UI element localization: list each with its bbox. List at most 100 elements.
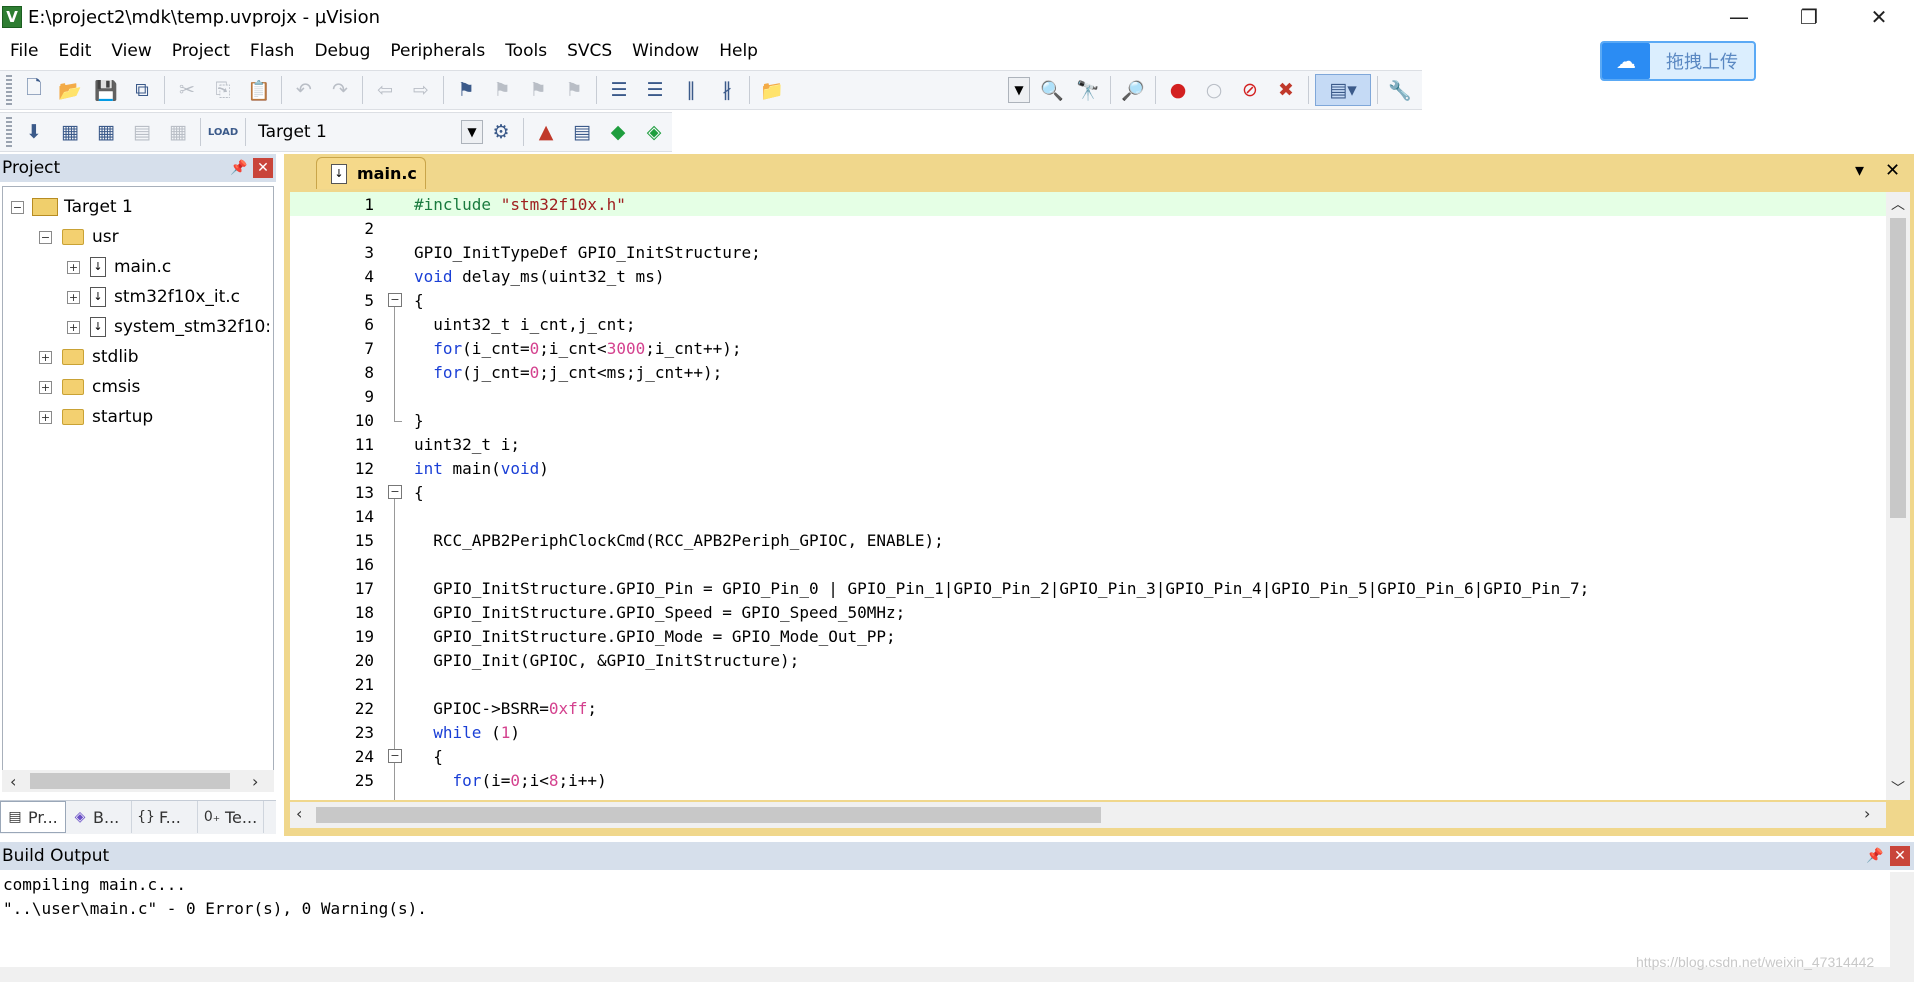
expand-icon[interactable]: + xyxy=(67,290,80,304)
code-line[interactable]: 25 for(i=0;i<8;i++) xyxy=(290,768,1890,792)
rebuild-icon[interactable]: ▦ xyxy=(90,116,122,148)
nav-back-icon[interactable]: ⇦ xyxy=(369,74,401,106)
expand-icon[interactable]: + xyxy=(39,380,52,394)
scroll-up-icon[interactable]: ︿ xyxy=(1891,194,1905,214)
toolbar-grip[interactable] xyxy=(6,117,12,147)
editor-close-icon[interactable]: ✕ xyxy=(1885,160,1900,181)
undo-icon[interactable]: ↶ xyxy=(288,74,320,106)
code-line[interactable]: 22 GPIOC->BSRR=0xff; xyxy=(290,696,1890,720)
toolbar-grip[interactable] xyxy=(6,75,12,105)
code-line[interactable]: 12 int main(void) xyxy=(290,456,1890,480)
code-line[interactable]: 4 void delay_ms(uint32_t ms) xyxy=(290,264,1890,288)
bookmark-toggle-icon[interactable]: ⚑ xyxy=(450,74,482,106)
fold-collapse-icon[interactable]: − xyxy=(388,485,402,499)
expand-icon[interactable]: + xyxy=(67,320,80,334)
find-icon[interactable]: 🔍 xyxy=(1036,74,1068,106)
build-output-text[interactable]: compiling main.c... "..\user\main.c" - 0… xyxy=(0,872,1890,967)
code-line[interactable]: 17 GPIO_InitStructure.GPIO_Pin = GPIO_Pi… xyxy=(290,576,1890,600)
code-line[interactable]: 6 uint32_t i_cnt,j_cnt; xyxy=(290,312,1890,336)
code-line[interactable]: 14 xyxy=(290,504,1890,528)
code-line[interactable]: 19 GPIO_InitStructure.GPIO_Mode = GPIO_M… xyxy=(290,624,1890,648)
indent-icon[interactable]: ☰ xyxy=(603,74,635,106)
save-all-icon[interactable]: ⧉ xyxy=(126,74,158,106)
code-line[interactable]: 15 RCC_APB2PeriphClockCmd(RCC_APB2Periph… xyxy=(290,528,1890,552)
menu-project[interactable]: Project xyxy=(162,37,240,65)
menu-help[interactable]: Help xyxy=(709,37,768,65)
open-folder-icon[interactable]: 📂 xyxy=(54,74,86,106)
tree-group-stdlib[interactable]: + stdlib xyxy=(39,343,139,371)
menu-flash[interactable]: Flash xyxy=(240,37,305,65)
code-line[interactable]: 8 for(j_cnt=0;j_cnt<ms;j_cnt++); xyxy=(290,360,1890,384)
tree-group-cmsis[interactable]: + cmsis xyxy=(39,373,140,401)
code-line[interactable]: 3 GPIO_InitTypeDef GPIO_InitStructure; xyxy=(290,240,1890,264)
comment-icon[interactable]: ∥ xyxy=(675,74,707,106)
menu-peripherals[interactable]: Peripherals xyxy=(380,37,495,65)
close-button[interactable]: ✕ xyxy=(1844,0,1914,34)
translate-icon[interactable]: ⬇ xyxy=(18,116,50,148)
build-icon[interactable]: ▦ xyxy=(54,116,86,148)
code-editor[interactable]: 1 #include "stm32f10x.h" 2 3 GPIO_InitType… xyxy=(290,192,1890,800)
code-line[interactable]: 11 uint32_t i; xyxy=(290,432,1890,456)
tree-group-usr[interactable]: − usr xyxy=(39,223,119,251)
scrollbar-thumb[interactable] xyxy=(30,773,230,789)
scroll-left-icon[interactable]: ‹ xyxy=(296,804,302,823)
build-output-vertical-scrollbar[interactable] xyxy=(1890,872,1914,967)
window-layout-icon[interactable]: ▤▾ xyxy=(1315,74,1371,106)
nav-forward-icon[interactable]: ⇨ xyxy=(405,74,437,106)
menu-file[interactable]: File xyxy=(0,37,48,65)
scroll-right-icon[interactable]: › xyxy=(1864,804,1870,823)
code-line[interactable]: 10} xyxy=(290,408,1890,432)
bookmark-clear-icon[interactable]: ⚑ xyxy=(558,74,590,106)
code-line[interactable]: 24 { xyxy=(290,744,1890,768)
code-line[interactable]: 18 GPIO_InitStructure.GPIO_Speed = GPIO_… xyxy=(290,600,1890,624)
minimize-button[interactable]: — xyxy=(1704,0,1774,34)
code-line[interactable]: 5{ xyxy=(290,288,1890,312)
drag-upload-button[interactable]: ☁ 拖拽上传 xyxy=(1600,41,1756,81)
menu-window[interactable]: Window xyxy=(622,37,709,65)
expand-icon[interactable]: + xyxy=(39,410,52,424)
paste-icon[interactable]: 📋 xyxy=(243,74,275,106)
collapse-icon[interactable]: − xyxy=(39,230,52,244)
code-line[interactable]: 9 xyxy=(290,384,1890,408)
download-load-icon[interactable]: LOAD xyxy=(207,116,239,148)
scroll-down-icon[interactable]: ﹀ xyxy=(1891,778,1905,798)
collapse-icon[interactable]: − xyxy=(11,200,24,214)
breakpoint-kill-all-icon[interactable]: ✖ xyxy=(1270,74,1302,106)
code-line[interactable]: 13 { xyxy=(290,480,1890,504)
find-in-files-icon[interactable]: 📁 xyxy=(756,74,788,106)
tab-functions[interactable]: {} F... xyxy=(132,801,198,833)
menu-debug[interactable]: Debug xyxy=(304,37,380,65)
menu-tools[interactable]: Tools xyxy=(495,37,557,65)
find-combo-dropdown[interactable]: ▼ xyxy=(1008,77,1030,103)
target-options-icon[interactable]: ⚙ xyxy=(485,116,517,148)
expand-icon[interactable]: + xyxy=(39,350,52,364)
unindent-icon[interactable]: ☰ xyxy=(639,74,671,106)
code-line[interactable]: 2 xyxy=(290,216,1890,240)
tree-file-main-c[interactable]: + ↓ main.c xyxy=(67,253,171,281)
code-line[interactable]: 7 for(i_cnt=0;i_cnt<3000;i_cnt++); xyxy=(290,336,1890,360)
editor-horizontal-scrollbar[interactable]: ‹ › xyxy=(290,802,1886,828)
project-tree-horizontal-scrollbar[interactable]: ‹ › xyxy=(2,770,274,792)
fold-collapse-icon[interactable]: − xyxy=(388,293,402,307)
bookmark-prev-icon[interactable]: ⚑ xyxy=(486,74,518,106)
tab-project[interactable]: ▤ Pr... xyxy=(0,801,66,833)
breakpoint-enable-icon[interactable]: ○ xyxy=(1198,74,1230,106)
pin-icon[interactable]: 📌 xyxy=(230,160,247,176)
stop-build-icon[interactable]: ▦ xyxy=(162,116,194,148)
breakpoint-disable-all-icon[interactable]: ⊘ xyxy=(1234,74,1266,106)
manage-project-items-icon[interactable]: ▲ xyxy=(530,116,562,148)
tab-list-dropdown-icon[interactable]: ▾ xyxy=(1855,160,1864,181)
copy-icon[interactable]: ⎘ xyxy=(207,74,239,106)
incremental-find-icon[interactable]: 🔭 xyxy=(1072,74,1104,106)
scroll-right-icon[interactable]: › xyxy=(252,772,258,791)
menu-view[interactable]: View xyxy=(101,37,161,65)
select-software-packs-icon[interactable]: ◈ xyxy=(638,116,670,148)
tab-templates[interactable]: 0₊ Te... xyxy=(198,801,264,833)
code-line[interactable]: 20 GPIO_Init(GPIOC, &GPIO_InitStructure)… xyxy=(290,648,1890,672)
tab-books[interactable]: ◈ B... xyxy=(66,801,132,833)
tree-item-target[interactable]: − Target 1 xyxy=(11,193,133,221)
build-output-horizontal-scrollbar[interactable] xyxy=(0,967,1914,982)
new-file-icon[interactable]: 🗋 xyxy=(18,74,50,106)
scrollbar-thumb[interactable] xyxy=(316,807,1101,823)
scroll-left-icon[interactable]: ‹ xyxy=(10,772,16,791)
